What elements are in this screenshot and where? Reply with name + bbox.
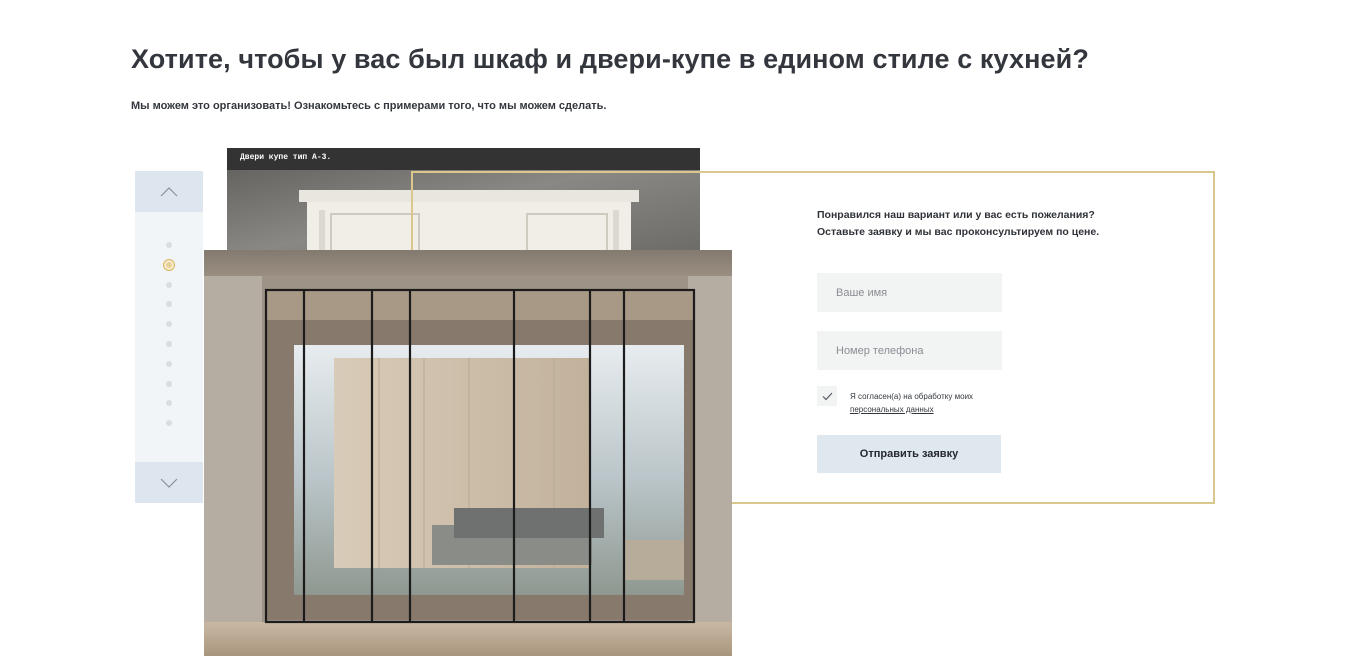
slider-dot[interactable]: [166, 420, 172, 427]
page-subtitle: Мы можем это организовать! Ознакомьтесь …: [131, 100, 607, 112]
checkmark-icon: [822, 392, 832, 400]
slider-dots: [163, 242, 175, 440]
slide-caption: Двери купе тип А-3.: [227, 148, 700, 170]
slider-dot[interactable]: [166, 360, 172, 367]
slider-next-button[interactable]: [135, 462, 203, 503]
phone-input[interactable]: [817, 331, 1002, 370]
slider-dot[interactable]: [166, 301, 172, 308]
slider-dot[interactable]: [166, 321, 172, 328]
slider-dot[interactable]: [166, 400, 172, 407]
consent-text: Я согласен(а) на обработку моих персонал…: [850, 390, 973, 416]
form-intro-line2: Оставьте заявку и мы вас проконсультируе…: [817, 226, 1100, 238]
sliding-doors-photo: [204, 250, 732, 656]
consent-checkbox[interactable]: [817, 386, 837, 406]
name-input[interactable]: [817, 273, 1002, 312]
form-intro: Понравился наш вариант или у вас есть по…: [817, 207, 1099, 241]
form-intro-line1: Понравился наш вариант или у вас есть по…: [817, 209, 1095, 221]
slider-dot[interactable]: [166, 281, 172, 288]
slider-dot[interactable]: [166, 380, 172, 387]
slider-prev-button[interactable]: [135, 171, 203, 212]
chevron-down-icon: [160, 478, 178, 488]
slide-image-front: [204, 250, 732, 656]
slider-dot[interactable]: [166, 242, 172, 248]
chevron-up-icon: [160, 186, 178, 196]
consent-label: Я согласен(а) на обработку моих: [850, 392, 974, 401]
slider-dot[interactable]: [166, 340, 172, 347]
personal-data-link[interactable]: персональных данных: [850, 405, 934, 414]
submit-button[interactable]: Отправить заявку: [817, 435, 1001, 473]
slider-dot-active[interactable]: [164, 259, 174, 270]
page-title: Хотите, чтобы у вас был шкаф и двери-куп…: [131, 44, 1089, 74]
